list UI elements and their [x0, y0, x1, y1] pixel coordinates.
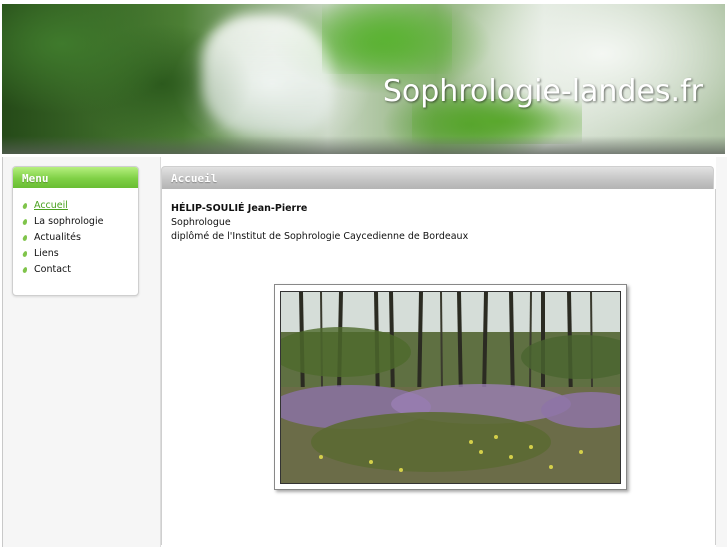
menu-item-actualites[interactable]: Actualités [13, 230, 138, 246]
menu-title: Menu [13, 167, 138, 188]
leaf-bullet-icon [22, 234, 28, 242]
diploma-text: diplômé de l'Institut de Sophrologie Cay… [171, 231, 469, 242]
menu-list: Accueil La sophrologie Actualités Liens … [13, 198, 138, 278]
person-name: HÉLIP-SOULIÉ Jean-Pierre [171, 203, 308, 214]
menu-item-label[interactable]: Contact [34, 264, 71, 275]
menu-item-accueil[interactable]: Accueil [13, 198, 138, 214]
leaf-bullet-icon [22, 202, 28, 210]
menu-item-la-sophrologie[interactable]: La sophrologie [13, 214, 138, 230]
menu-item-contact[interactable]: Contact [13, 262, 138, 278]
leaf-bullet-icon [22, 266, 28, 274]
menu-item-label[interactable]: La sophrologie [34, 216, 103, 227]
site-title[interactable]: Sophrologie-landes.fr [383, 74, 703, 109]
banner-moss-image [322, 4, 452, 74]
right-gutter [716, 157, 727, 547]
leaf-bullet-icon [22, 218, 28, 226]
forest-heather-photo [280, 291, 621, 484]
menu-item-label[interactable]: Liens [34, 248, 59, 259]
photo-frame [274, 284, 627, 490]
header-banner: Sophrologie-landes.fr [2, 4, 725, 154]
menu-item-label[interactable]: Actualités [34, 232, 81, 243]
menu-box: Menu Accueil La sophrologie Actualités L… [12, 166, 139, 296]
forest-photo-illustration [281, 292, 620, 483]
menu-item-label[interactable]: Accueil [34, 200, 68, 211]
banner-bottom-shade [2, 136, 725, 154]
leaf-bullet-icon [22, 250, 28, 258]
content-title: Accueil [161, 166, 714, 189]
banner-waterfall-image [202, 14, 332, 134]
profession-text: Sophrologue [171, 217, 231, 228]
menu-item-liens[interactable]: Liens [13, 246, 138, 262]
